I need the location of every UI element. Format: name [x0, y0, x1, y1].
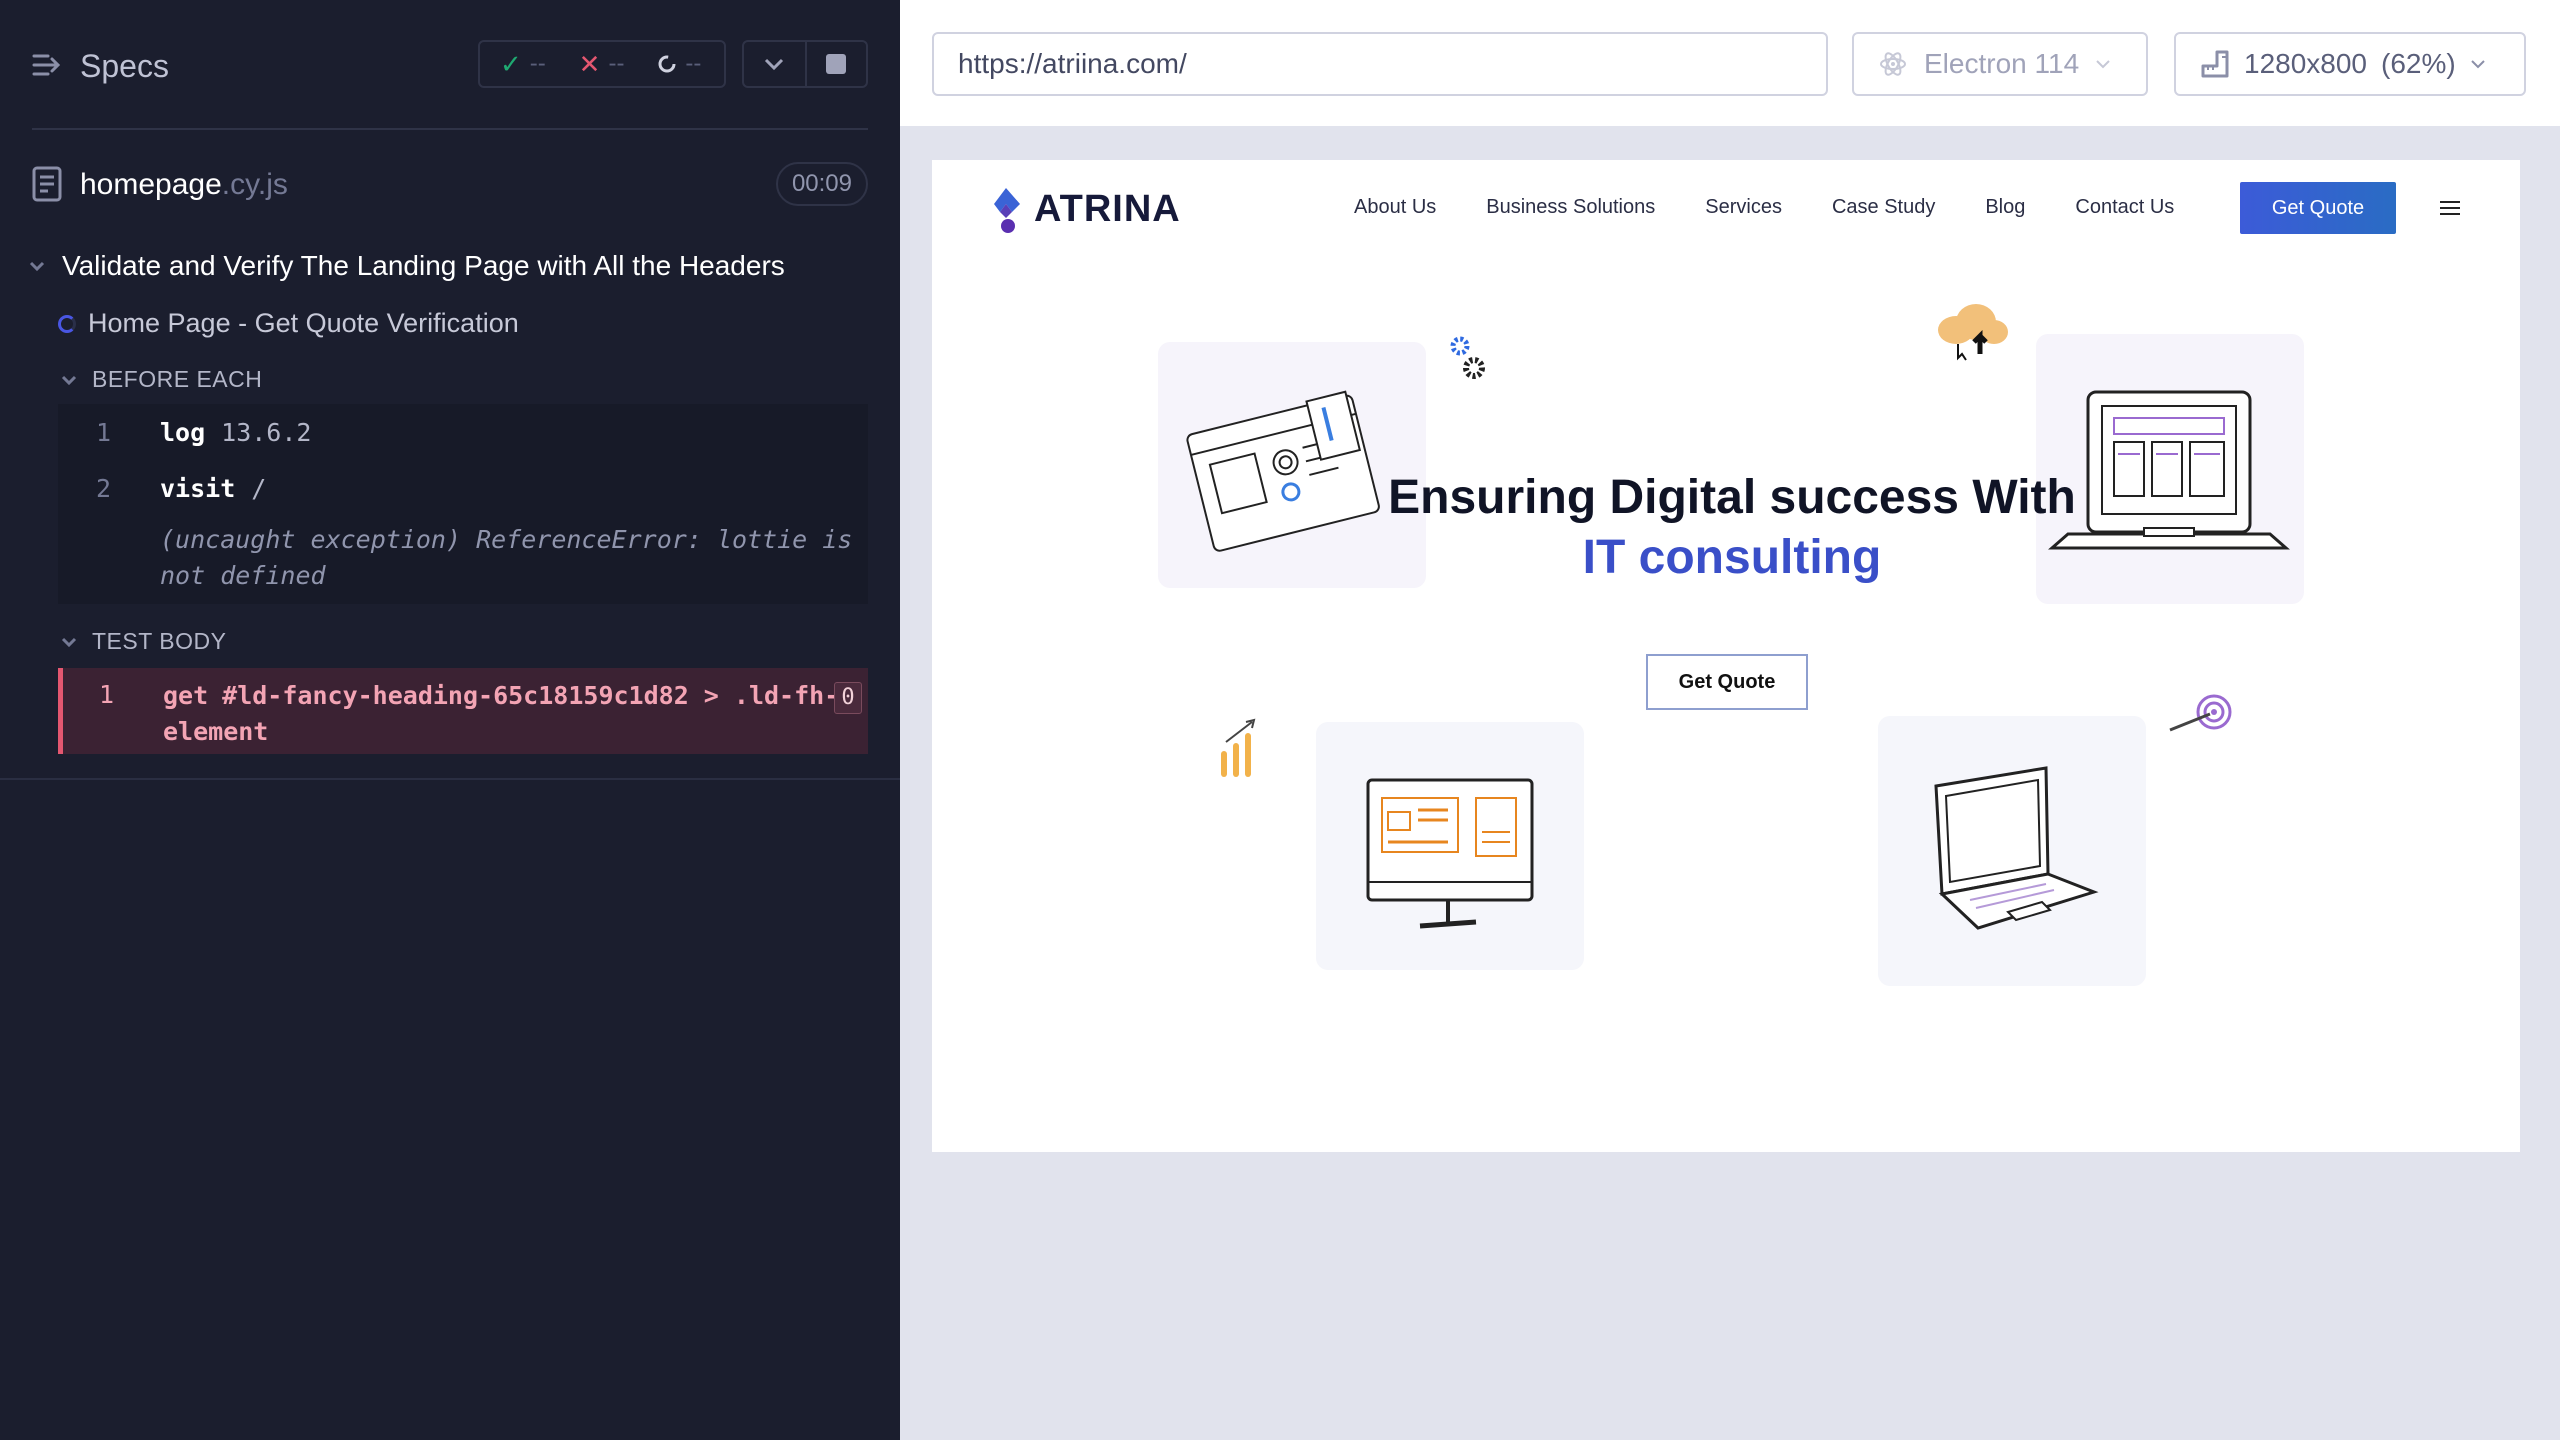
test-stats: ✓ -- ✕ -- --: [478, 40, 726, 88]
specs-list-icon[interactable]: [32, 50, 62, 80]
command-number: 1: [99, 680, 115, 709]
spec-file-ext: .cy.js: [221, 168, 288, 201]
chevron-down-icon: [765, 58, 784, 71]
specs-label[interactable]: Specs: [80, 48, 169, 85]
pending-icon: [658, 55, 676, 73]
site-logo[interactable]: ATRINA: [986, 184, 1181, 234]
hero-heading: Ensuring Digital success With IT consult…: [1232, 468, 2232, 588]
app-preview: ATRINA About Us Business Solutions Servi…: [932, 160, 2520, 1152]
divider: [32, 128, 868, 130]
viewport-selector[interactable]: 1280x800 (62%): [2174, 32, 2526, 96]
command-name: get: [163, 681, 209, 710]
stop-icon: [826, 54, 847, 74]
spec-file-basename: homepage: [80, 168, 222, 201]
check-icon: ✓: [500, 48, 522, 79]
failed-count: --: [608, 50, 625, 77]
hero-heading-line2: IT consulting: [1582, 531, 1882, 584]
chevron-down-icon: [2096, 60, 2110, 69]
divider: [0, 778, 900, 780]
chevron-down-icon: [29, 261, 45, 272]
monitor-illustration-card: [1316, 722, 1584, 970]
running-spinner-icon: [58, 314, 76, 333]
viewport-size: 1280x800: [2244, 48, 2368, 79]
nav-about-us[interactable]: About Us: [1354, 196, 1436, 219]
pending-count: --: [685, 50, 702, 77]
test-body-label: TEST BODY: [92, 628, 227, 654]
target-icon: [2169, 694, 2232, 732]
run-controls: [742, 40, 868, 88]
reporter-header: Specs ✓ -- ✕ -- --: [0, 0, 900, 130]
test-title: Home Page - Get Quote Verification: [88, 308, 519, 338]
before-each-commands: 1 log 13.6.2 2 visit / (uncaught exception…: [58, 404, 868, 604]
command-number: 2: [96, 474, 112, 503]
stop-button[interactable]: [804, 42, 866, 86]
chevron-down-icon: [2471, 60, 2485, 69]
spec-file-name: homepage.cy.js: [80, 168, 288, 202]
viewport-ruler-icon: [2201, 50, 2229, 78]
uncaught-exception[interactable]: (uncaught exception) ReferenceError: lot…: [160, 522, 860, 594]
menu-icon[interactable]: [2440, 201, 2460, 215]
document-icon: [32, 166, 62, 202]
aut-toolbar: https://atriina.com/ Electron 114 1280x8…: [900, 0, 2560, 128]
cloud-upload-icon: [1938, 304, 2008, 361]
passed-stat: ✓ --: [500, 49, 567, 80]
nav-case-study[interactable]: Case Study: [1832, 196, 1935, 219]
spec-file-row[interactable]: homepage.cy.js 00:09: [32, 160, 868, 208]
element-count-badge: 0: [834, 682, 862, 714]
cross-icon: ✕: [578, 48, 601, 79]
spec-duration: 00:09: [775, 162, 868, 206]
hero-heading-line1: Ensuring Digital success With: [1388, 471, 2076, 524]
suite-title: Validate and Verify The Landing Page wit…: [62, 250, 785, 281]
logo-wordmark: ATRINA: [1034, 187, 1181, 230]
laptop2-illustration-card: [1878, 716, 2146, 986]
gears-icon: [1450, 336, 1485, 379]
before-each-label: BEFORE EACH: [92, 366, 263, 392]
site-nav: About Us Business Solutions Services Cas…: [1354, 196, 2174, 219]
reporter-panel: Specs ✓ -- ✕ -- -- homepage.cy.js 00:09 …: [0, 0, 900, 1440]
laptop-illustration: [1934, 766, 2099, 930]
browser-name: Electron 114: [1924, 48, 2080, 79]
collapse-button[interactable]: [744, 42, 805, 86]
command-arg: /: [251, 474, 267, 503]
url-bar[interactable]: https://atriina.com/: [932, 32, 1828, 96]
pending-stat: --: [657, 50, 724, 78]
command-log[interactable]: 1 log 13.6.2: [58, 404, 868, 460]
suite-title-row[interactable]: Validate and Verify The Landing Page wit…: [28, 250, 785, 282]
failed-command-get[interactable]: 1 get #ld-fancy-heading-65c18159c1d82 > .…: [58, 668, 868, 754]
command-name: log: [160, 418, 206, 447]
monitor-illustration: [1366, 778, 1534, 929]
nav-blog[interactable]: Blog: [1985, 196, 2025, 219]
command-arg: 13.6.2: [221, 418, 312, 447]
header-get-quote-button[interactable]: Get Quote: [2240, 182, 2396, 234]
failed-stat: ✕ --: [579, 49, 646, 80]
nav-services[interactable]: Services: [1705, 196, 1782, 219]
bar-growth-icon: [1221, 718, 1256, 777]
browser-selector[interactable]: Electron 114: [1852, 32, 2148, 96]
before-each-hook[interactable]: BEFORE EACH: [60, 366, 262, 393]
viewport-zoom: (62%): [2381, 48, 2456, 79]
electron-icon: [1880, 52, 1906, 76]
test-title-row[interactable]: Home Page - Get Quote Verification: [58, 308, 519, 339]
command-number: 1: [96, 418, 112, 447]
passed-count: --: [529, 50, 546, 77]
atrina-logo-icon: [994, 188, 1020, 233]
chevron-down-icon: [61, 375, 77, 385]
test-body-hook[interactable]: TEST BODY: [60, 628, 226, 655]
command-name: visit: [160, 474, 236, 503]
nav-business-solutions[interactable]: Business Solutions: [1486, 196, 1655, 219]
chevron-down-icon: [61, 637, 77, 647]
command-selector: #ld-fancy-heading-65c18159c1d82 > .ld-fh…: [163, 681, 840, 746]
command-visit[interactable]: 2 visit /: [58, 460, 868, 516]
hero-get-quote-button[interactable]: Get Quote: [1646, 654, 1808, 710]
nav-contact-us[interactable]: Contact Us: [2075, 196, 2174, 219]
